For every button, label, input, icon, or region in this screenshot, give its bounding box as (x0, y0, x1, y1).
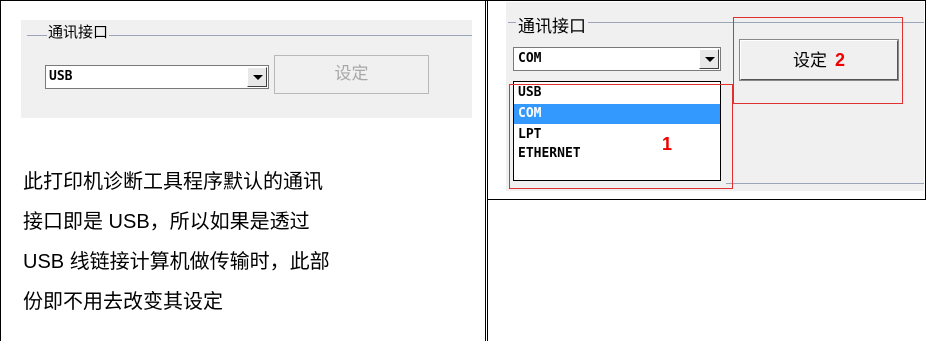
group-title: 通讯接口 (47, 23, 110, 41)
table-border-top (0, 0, 926, 1)
annotation-box-button (733, 17, 903, 104)
comm-interface-combo[interactable]: USB (45, 65, 269, 89)
group-divider (726, 183, 924, 184)
table-border-mid (487, 199, 926, 200)
right-screenshot: 通讯接口 COM USB COM LPT ETHERNET 设定 2 1 (506, 2, 924, 191)
table-divider (485, 0, 486, 341)
description-line: USB 线链接计算机做传输时，此部 (23, 251, 330, 273)
dropdown-arrow-button[interactable] (699, 49, 719, 69)
left-screenshot: 通讯接口 USB 设定 (21, 20, 472, 118)
annotation-marker-1: 1 (662, 134, 673, 154)
table-divider-2 (487, 0, 488, 341)
description-line: 此打印机诊断工具程序默认的通讯 (23, 171, 323, 193)
description-text: 此打印机诊断工具程序默认的通讯 接口即是 USB，所以如果是透过 USB 线链接… (23, 162, 473, 322)
dropdown-arrow-button[interactable] (247, 67, 267, 87)
table-border-left (0, 0, 1, 341)
description-line: 份即不用去改变其设定 (23, 291, 223, 313)
chevron-down-icon (253, 75, 263, 80)
comm-interface-combo[interactable]: COM (513, 47, 721, 71)
combo-value: USB (49, 69, 73, 84)
chevron-down-icon (705, 57, 715, 62)
annotation-box-dropdown (509, 84, 733, 189)
description-line: 接口即是 USB，所以如果是透过 (23, 211, 310, 233)
set-button-disabled[interactable]: 设定 (274, 55, 429, 94)
combo-value: COM (518, 51, 542, 66)
group-title: 通讯接口 (516, 12, 588, 37)
